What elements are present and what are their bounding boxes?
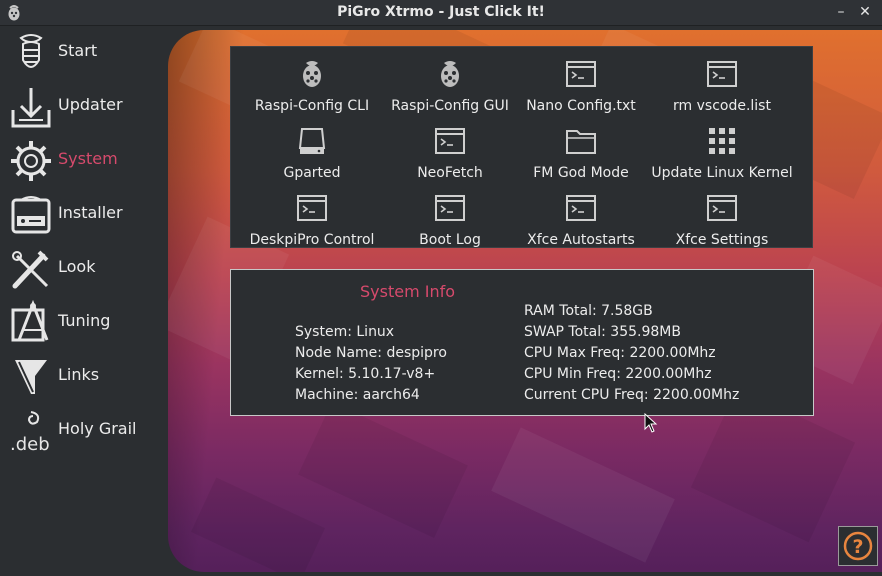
tool-label: Boot Log: [419, 232, 481, 248]
sidebar-item-label: Installer: [58, 203, 123, 222]
boot-log-button[interactable]: Boot Log: [375, 187, 525, 253]
tool-label: Xfce Settings: [675, 232, 769, 248]
nano-config-button[interactable]: Nano Config.txt: [506, 53, 656, 119]
system-info-panel: System Info System: Linux Node Name: des…: [230, 269, 814, 416]
terminal-icon: [707, 195, 737, 221]
funnel-link-icon: [15, 360, 47, 394]
gear-icon: [11, 141, 51, 181]
tool-label: Xfce Autostarts: [527, 232, 635, 248]
mouse-cursor-icon: [644, 413, 658, 433]
info-cpu-max-freq: CPU Max Freq: 2200.00Mhz: [524, 345, 716, 361]
raspberry-icon: [303, 61, 321, 87]
folder-icon: [566, 130, 596, 154]
info-ram-total: RAM Total: 7.58GB: [524, 303, 653, 319]
tool-label: Gparted: [283, 165, 341, 181]
sidebar-item-label: Updater: [58, 95, 123, 114]
terminal-icon: [566, 61, 596, 87]
sidebar-item-look[interactable]: Look: [0, 242, 168, 296]
terminal-icon: [435, 195, 465, 221]
installer-box-icon: [11, 196, 51, 234]
help-icon: ?: [843, 531, 873, 561]
help-label: ?: [852, 536, 863, 558]
tool-label: Raspi-Config CLI: [254, 98, 370, 114]
info-kernel: Kernel: 5.10.17-v8+: [295, 366, 436, 382]
close-button[interactable]: ✕: [856, 3, 874, 21]
deskpipro-control-button[interactable]: DeskpiPro Control: [237, 187, 387, 253]
tool-label: Nano Config.txt: [526, 98, 636, 114]
tool-label: Raspi-Config GUI: [391, 98, 509, 114]
help-button[interactable]: ?: [838, 526, 878, 566]
sidebar-item-installer[interactable]: Installer: [0, 188, 168, 242]
terminal-icon: [435, 128, 465, 154]
sidebar-item-holy-grail[interactable]: .deb Holy Grail: [0, 404, 168, 458]
tool-label: NeoFetch: [417, 165, 483, 181]
download-tray-icon: [11, 88, 51, 128]
xfce-autostarts-button[interactable]: Xfce Autostarts: [506, 187, 656, 253]
sidebar-item-label: Tuning: [58, 311, 111, 330]
sidebar: Start Updater System Installer Look Tuni…: [0, 26, 168, 572]
compass-icon: [11, 300, 49, 342]
sidebar-item-label: Links: [58, 365, 100, 384]
title-bar: PiGro Xtrmo - Just Click It! – ✕: [0, 0, 882, 26]
xfce-settings-button[interactable]: Xfce Settings: [647, 187, 797, 253]
info-swap-total: SWAP Total: 355.98MB: [524, 324, 681, 340]
info-machine: Machine: aarch64: [295, 387, 420, 403]
info-cpu-min-freq: CPU Min Freq: 2200.00Mhz: [524, 366, 712, 382]
sidebar-item-system[interactable]: System: [0, 134, 168, 188]
rm-vscode-list-button[interactable]: rm vscode.list: [647, 53, 797, 119]
update-linux-kernel-button[interactable]: Update Linux Kernel: [647, 120, 797, 186]
raspi-config-cli-button[interactable]: Raspi-Config CLI: [237, 53, 387, 119]
deb-package-icon: .deb: [10, 411, 50, 454]
fm-god-mode-button[interactable]: FM God Mode: [506, 120, 656, 186]
neofetch-button[interactable]: NeoFetch: [375, 120, 525, 186]
terminal-icon: [297, 195, 327, 221]
minimize-button[interactable]: –: [832, 3, 850, 21]
tool-label: DeskpiPro Control: [249, 232, 375, 248]
sidebar-item-label: Look: [58, 257, 96, 276]
sidebar-item-links[interactable]: Links: [0, 350, 168, 404]
grid-icon: [709, 128, 735, 154]
terminal-icon: [707, 61, 737, 87]
svg-text:.deb: .deb: [10, 434, 50, 454]
tools-panel: Raspi-Config CLI Raspi-Config GUI Nano C…: [230, 46, 813, 248]
info-node-name: Node Name: despipro: [295, 345, 447, 361]
sidebar-item-label: System: [58, 149, 118, 168]
sidebar-item-label: Start: [58, 41, 98, 60]
sidebar-item-label: Holy Grail: [58, 419, 137, 438]
tool-label: rm vscode.list: [673, 98, 771, 114]
sidebar-item-tuning[interactable]: Tuning: [0, 296, 168, 350]
gparted-button[interactable]: Gparted: [237, 120, 387, 186]
bottom-strip: [0, 572, 882, 576]
raspberry-icon: [19, 34, 43, 68]
drive-icon: [298, 128, 326, 154]
sidebar-item-start[interactable]: Start: [0, 26, 168, 80]
system-info-title: System Info: [360, 282, 456, 301]
raspi-config-gui-button[interactable]: Raspi-Config GUI: [375, 53, 525, 119]
sidebar-item-updater[interactable]: Updater: [0, 80, 168, 134]
raspberry-icon: [441, 61, 459, 87]
info-current-cpu-freq: Current CPU Freq: 2200.00Mhz: [524, 387, 740, 403]
info-system: System: Linux: [295, 324, 395, 340]
brush-wrench-icon: [12, 250, 49, 289]
tool-label: FM God Mode: [533, 165, 629, 181]
terminal-icon: [566, 195, 596, 221]
window-title: PiGro Xtrmo - Just Click It!: [337, 4, 545, 20]
tool-label: Update Linux Kernel: [651, 165, 793, 181]
